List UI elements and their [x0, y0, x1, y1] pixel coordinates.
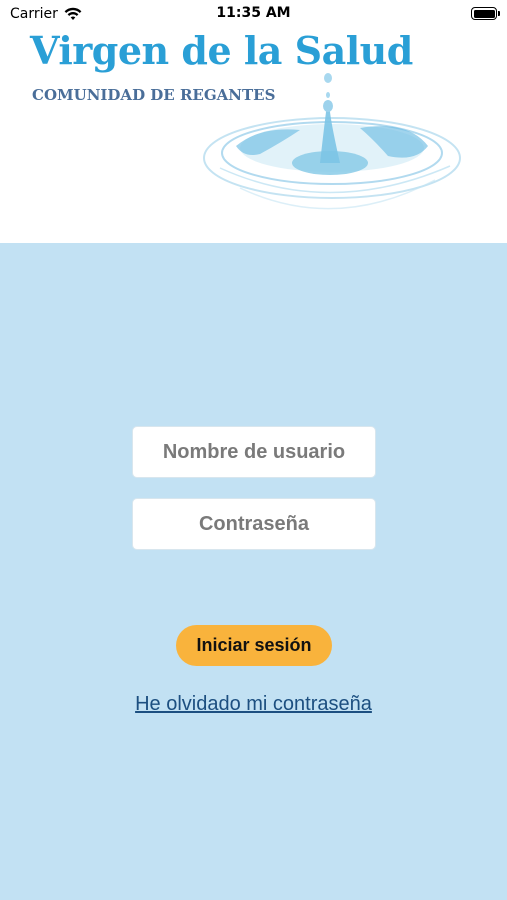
status-time: 11:35 AM — [216, 5, 291, 21]
password-input[interactable] — [133, 499, 375, 549]
water-drop-icon — [203, 73, 461, 210]
username-field-container — [132, 426, 376, 478]
battery-icon — [471, 7, 500, 20]
login-button[interactable]: Iniciar sesión — [176, 625, 332, 666]
login-panel: Iniciar sesión He olvidado mi contraseña — [0, 243, 507, 900]
brand-header: Virgen de la Salud COMUNIDAD DE REGANTES — [0, 28, 507, 243]
forgot-password-link[interactable]: He olvidado mi contraseña — [0, 693, 507, 716]
password-field-container — [132, 498, 376, 550]
brand-title: Virgen de la Salud — [30, 28, 413, 73]
status-bar: Carrier 11:35 AM — [0, 0, 507, 28]
username-input[interactable] — [133, 427, 375, 477]
